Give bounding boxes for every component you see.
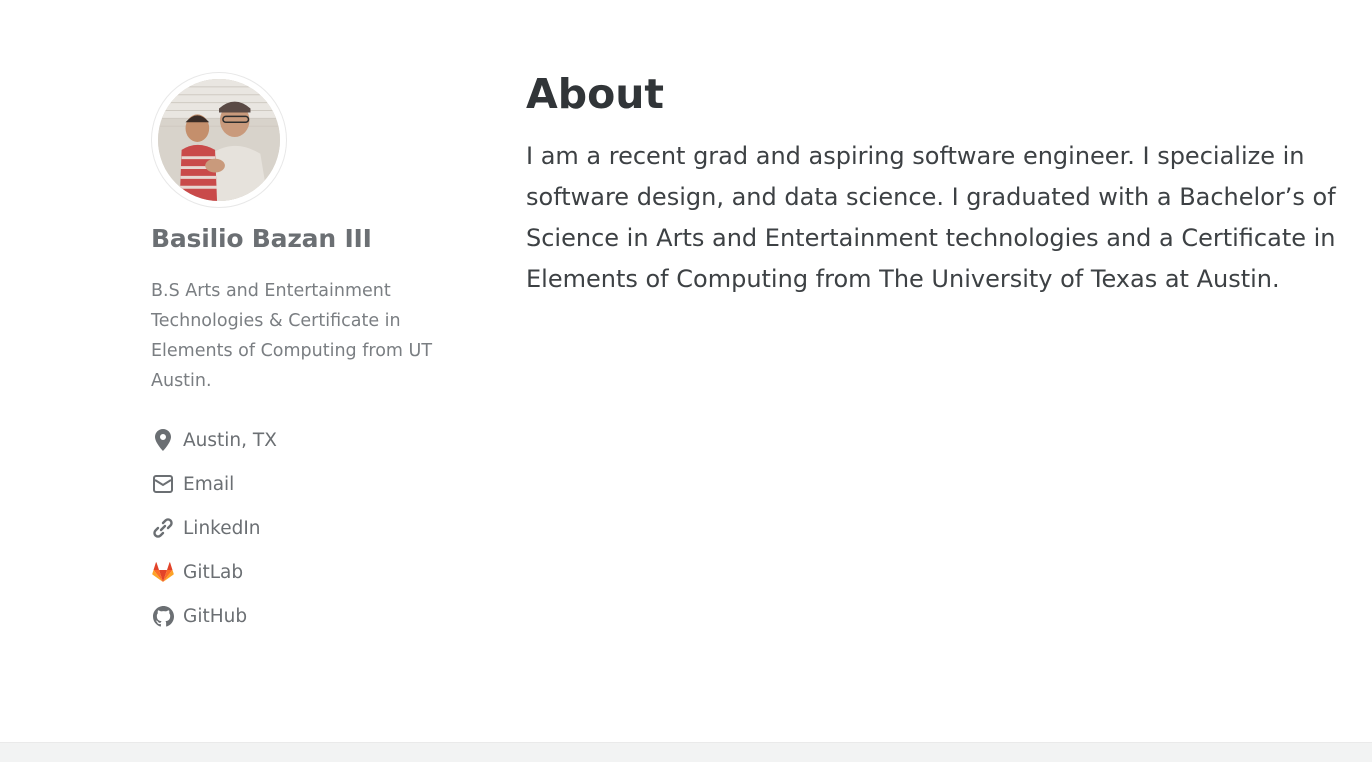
author-links: Austin, TX Email LinkedIn GitLab GitHub	[151, 418, 471, 638]
link-github-label: GitHub	[183, 605, 248, 627]
link-location-label: Austin, TX	[183, 429, 277, 451]
link-gitlab-label: GitLab	[183, 561, 244, 583]
main-content: About I am a recent grad and aspiring so…	[526, 66, 1336, 300]
link-github[interactable]: GitHub	[151, 594, 471, 638]
link-location[interactable]: Austin, TX	[151, 418, 471, 462]
link-email-label: Email	[183, 473, 235, 495]
author-sidebar: Basilio Bazan III B.S Arts and Entertain…	[151, 72, 471, 638]
link-linkedin[interactable]: LinkedIn	[151, 506, 471, 550]
gitlab-icon	[151, 560, 175, 584]
page: Basilio Bazan III B.S Arts and Entertain…	[0, 0, 1372, 762]
map-marker-icon	[151, 428, 175, 452]
link-icon	[151, 516, 175, 540]
page-title: About	[526, 70, 665, 118]
envelope-icon	[151, 472, 175, 496]
link-gitlab[interactable]: GitLab	[151, 550, 471, 594]
link-email[interactable]: Email	[151, 462, 471, 506]
profile-photo-icon	[158, 79, 280, 201]
avatar	[151, 72, 287, 208]
author-name: Basilio Bazan III	[151, 224, 372, 253]
github-icon	[151, 604, 175, 628]
page-footer	[0, 742, 1372, 762]
about-text: I am a recent grad and aspiring software…	[526, 142, 1336, 293]
avatar-photo	[158, 79, 280, 201]
link-linkedin-label: LinkedIn	[183, 517, 261, 539]
author-bio: B.S Arts and Entertainment Technologies …	[151, 281, 433, 391]
